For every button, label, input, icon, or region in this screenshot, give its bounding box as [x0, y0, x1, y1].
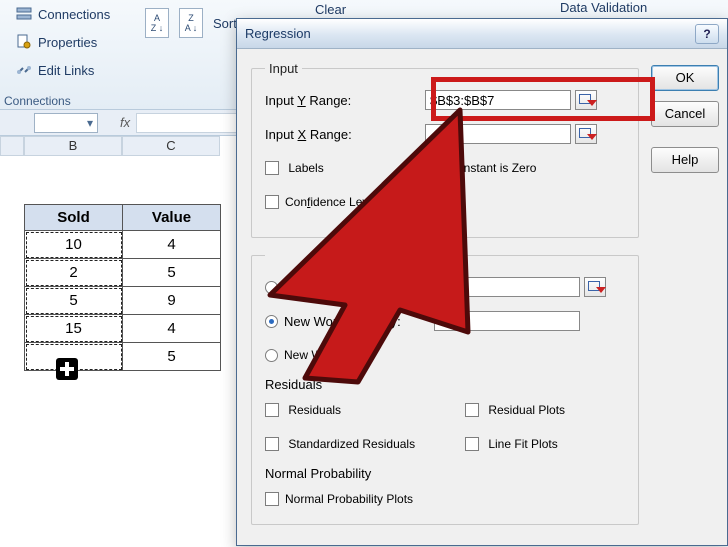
- confidence-checkbox[interactable]: [265, 195, 279, 209]
- normal-prob-row: Normal Probability Plots: [265, 487, 625, 511]
- new-worksheet-radio[interactable]: [265, 315, 278, 328]
- table-row: 5 9: [25, 287, 221, 315]
- input-legend: Input: [265, 61, 302, 76]
- header-sold: Sold: [25, 205, 123, 231]
- residuals-subhead: Residuals: [265, 377, 625, 392]
- table-header-row: Sold Value: [25, 205, 221, 231]
- cell-sold-3[interactable]: 5: [25, 287, 123, 315]
- input-x-label: Input X Range:: [265, 127, 425, 142]
- residuals-label: Residuals: [288, 403, 341, 417]
- cell-value-5[interactable]: 5: [123, 343, 221, 371]
- normal-prob-subhead: Normal Probability: [265, 466, 625, 481]
- properties-icon: [16, 34, 32, 50]
- ribbon-connections[interactable]: Connections: [16, 6, 110, 22]
- labels-constzero-row: Labels Constant is Zero: [265, 156, 625, 180]
- data-table: Sold Value 10 4 2 5 5 9 15 4 5: [24, 204, 221, 371]
- cancel-button[interactable]: Cancel: [651, 101, 719, 127]
- col-header-c[interactable]: C: [122, 136, 220, 156]
- connections-icon: [16, 6, 32, 22]
- name-box[interactable]: ▾: [34, 113, 98, 133]
- new-worksheet-label: New Worksheet Ply:: [284, 314, 434, 329]
- edit-links-icon: [16, 62, 32, 78]
- name-box-dropdown-icon[interactable]: ▾: [83, 116, 97, 130]
- new-ws-row: New Worksheet Ply:: [265, 309, 625, 333]
- regression-dialog: Regression ? Input Input Y Range: Input …: [236, 18, 728, 546]
- constant-zero-label: Constant is Zero: [448, 161, 536, 175]
- cell-value-2[interactable]: 5: [123, 259, 221, 287]
- ribbon-properties[interactable]: Properties: [16, 34, 97, 50]
- labels-checkbox-label: Labels: [288, 161, 323, 175]
- fx-icon[interactable]: fx: [120, 115, 130, 130]
- input-x-row: Input X Range:: [265, 122, 625, 146]
- cell-value-3[interactable]: 9: [123, 287, 221, 315]
- header-value: Value: [123, 205, 221, 231]
- ribbon-properties-label: Properties: [38, 35, 97, 50]
- confidence-level-input[interactable]: [387, 192, 435, 212]
- normal-prob-plots-checkbox[interactable]: [265, 492, 279, 506]
- std-residuals-checkbox[interactable]: [265, 437, 279, 451]
- ribbon-connections-label: Connections: [38, 7, 110, 22]
- new-wb-row: New Workbook: [265, 343, 625, 367]
- dialog-titlebar[interactable]: Regression ?: [237, 19, 727, 49]
- sort-az-icon[interactable]: AZ ↓: [145, 8, 169, 38]
- ribbon-data-validation[interactable]: Data Validation: [560, 0, 647, 15]
- table-row: 15 4: [25, 315, 221, 343]
- cell-value-4[interactable]: 4: [123, 315, 221, 343]
- titlebar-help-button[interactable]: ?: [695, 24, 719, 44]
- output-range-radio[interactable]: [265, 281, 278, 294]
- input-x-range-picker-button[interactable]: [575, 124, 597, 144]
- ribbon-edit-links[interactable]: Edit Links: [16, 62, 94, 78]
- confidence-row: Confidence Level: %: [265, 190, 625, 214]
- ribbon-clear-label: Clear: [315, 2, 346, 17]
- line-fit-plots-checkbox[interactable]: [465, 437, 479, 451]
- ribbon-group-connections-label: Connections: [4, 94, 71, 108]
- cell-value-1[interactable]: 4: [123, 231, 221, 259]
- help-button[interactable]: Help: [651, 147, 719, 173]
- dialog-title: Regression: [245, 26, 311, 41]
- dialog-body: Input Input Y Range: Input X Range:: [237, 49, 727, 547]
- dialog-button-column: OK Cancel Help: [651, 61, 719, 535]
- cell-sold-2[interactable]: 2: [25, 259, 123, 287]
- constant-zero-checkbox[interactable]: [425, 161, 439, 175]
- table-row: 5: [25, 343, 221, 371]
- tutorial-highlight-box: [431, 77, 655, 121]
- new-workbook-radio[interactable]: [265, 349, 278, 362]
- cell-sold-1[interactable]: 10: [25, 231, 123, 259]
- cell-sold-4[interactable]: 15: [25, 315, 123, 343]
- ribbon-clear[interactable]: Clear: [315, 2, 346, 17]
- residuals-row-2: Standardized Residuals Line Fit Plots: [265, 432, 625, 456]
- new-workbook-label: New Workbook: [284, 348, 365, 362]
- input-x-range[interactable]: [425, 124, 571, 144]
- output-range-label: Output Range:: [284, 280, 434, 295]
- input-y-label: Input Y Range:: [265, 93, 425, 108]
- labels-checkbox[interactable]: [265, 161, 279, 175]
- dialog-left-panel: Input Input Y Range: Input X Range:: [251, 61, 639, 535]
- confidence-label: Confidence Level:: [285, 195, 381, 209]
- table-row: 2 5: [25, 259, 221, 287]
- ribbon-sort-label: Sort: [213, 16, 237, 31]
- ribbon-edit-links-label: Edit Links: [38, 63, 94, 78]
- select-all-corner[interactable]: [0, 136, 24, 156]
- residual-plots-label: Residual Plots: [488, 403, 565, 417]
- output-range-row: Output Range:: [265, 275, 625, 299]
- output-range-picker-button[interactable]: [584, 277, 606, 297]
- output-range-input[interactable]: [434, 277, 580, 297]
- ribbon-dv-label: Data Validation: [560, 0, 647, 15]
- ribbon-sort-group: AZ ↓ ZA ↓ Sort: [145, 8, 237, 38]
- residuals-checkbox[interactable]: [265, 403, 279, 417]
- cell-cursor-crosshair-icon: [56, 358, 78, 380]
- sort-za-icon[interactable]: ZA ↓: [179, 8, 203, 38]
- output-options-group: Output options Output Range: New Workshe…: [251, 248, 639, 525]
- std-residuals-label: Standardized Residuals: [288, 437, 415, 451]
- table-row: 10 4: [25, 231, 221, 259]
- new-worksheet-input[interactable]: [434, 311, 580, 331]
- normal-prob-plots-label: Normal Probability Plots: [285, 492, 413, 506]
- residuals-row-1: Residuals Residual Plots: [265, 398, 625, 422]
- line-fit-plots-label: Line Fit Plots: [488, 437, 557, 451]
- col-header-b[interactable]: B: [24, 136, 122, 156]
- confidence-unit: %: [441, 195, 452, 209]
- residual-plots-checkbox[interactable]: [465, 403, 479, 417]
- ok-button[interactable]: OK: [651, 65, 719, 91]
